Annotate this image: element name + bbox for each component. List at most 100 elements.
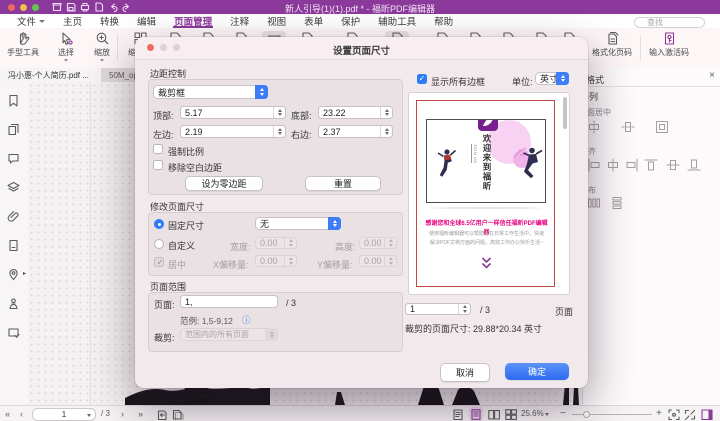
align-left-icon[interactable] bbox=[587, 158, 601, 172]
bookmarks-panel-button[interactable] bbox=[7, 94, 21, 108]
statusbar: « ‹ 1 / 3 › » 25.6% − + bbox=[0, 405, 720, 421]
menu-help[interactable]: 帮助 bbox=[425, 14, 462, 28]
menu-home[interactable]: 主页 bbox=[54, 14, 91, 28]
places-panel-button[interactable] bbox=[7, 268, 21, 282]
center-vertical-icon[interactable] bbox=[621, 120, 635, 134]
cancel-button[interactable]: 取消 bbox=[440, 363, 490, 382]
constrain-proportions-checkbox[interactable] bbox=[153, 144, 163, 154]
menu-convert[interactable]: 转换 bbox=[91, 14, 128, 28]
top-margin-input[interactable]: 5.17 bbox=[180, 106, 286, 119]
format-page-number-button[interactable]: 格式化页码 bbox=[588, 31, 636, 65]
last-page-icon[interactable]: » bbox=[138, 409, 143, 419]
activation-code-button[interactable]: 输入激活码 bbox=[645, 31, 693, 65]
page-number-input[interactable]: 1 bbox=[32, 408, 96, 421]
custom-size-radio[interactable] bbox=[154, 239, 164, 249]
info-icon[interactable]: ⓘ bbox=[242, 314, 251, 326]
crop-box-outline[interactable]: 欢迎来到福昕 JOIN US bbox=[426, 119, 546, 203]
first-page-icon[interactable]: « bbox=[5, 409, 10, 419]
comments-panel-button[interactable] bbox=[7, 152, 21, 166]
fixed-size-radio[interactable] bbox=[154, 219, 164, 229]
undo-icon[interactable] bbox=[108, 2, 118, 12]
stepper-icon[interactable] bbox=[273, 126, 285, 137]
menu-accessibility[interactable]: 辅助工具 bbox=[369, 14, 425, 28]
menu-file[interactable]: 文件 bbox=[8, 14, 54, 28]
zoom-plus-icon bbox=[95, 31, 110, 46]
sidebar-expand-arrow-icon[interactable]: ▸ bbox=[23, 270, 26, 277]
attachments-panel-button[interactable] bbox=[7, 210, 21, 224]
fixed-size-select[interactable]: 无 bbox=[255, 217, 341, 230]
menu-form[interactable]: 表单 bbox=[295, 14, 332, 28]
select-stepper-icon bbox=[255, 85, 268, 99]
stepper-icon[interactable] bbox=[380, 107, 392, 118]
chevron-down-icon bbox=[39, 20, 45, 23]
select-tool-button[interactable]: 选择 bbox=[46, 31, 86, 65]
facing-continuous-view-icon[interactable] bbox=[505, 409, 517, 420]
next-view-icon[interactable] bbox=[172, 409, 184, 420]
remove-white-margins-checkbox[interactable] bbox=[153, 160, 163, 170]
paperclip-icon bbox=[7, 210, 20, 223]
box-type-select[interactable]: 裁剪框 bbox=[153, 85, 268, 99]
archive-icon[interactable] bbox=[52, 2, 62, 12]
layers-panel-button[interactable] bbox=[7, 181, 21, 195]
hand-tool-button[interactable]: 手型工具 bbox=[3, 31, 43, 65]
stepper-icon[interactable] bbox=[380, 126, 392, 137]
page-range-example: 范例: 1,5-9,12 bbox=[180, 315, 233, 327]
y-offset-label: Y偏移量: bbox=[317, 258, 353, 271]
menu-protect[interactable]: 保护 bbox=[332, 14, 369, 28]
distribute-horizontal-icon[interactable] bbox=[587, 196, 601, 210]
set-page-size-dialog: 设置页面尺寸 边距控制 裁剪框 顶部: 5.17 底部: 23.22 左边: 2… bbox=[135, 37, 588, 388]
align-vertical-center-icon[interactable] bbox=[666, 158, 680, 172]
zero-margins-button[interactable]: 设为零边距 bbox=[185, 176, 263, 191]
reset-button[interactable]: 重置 bbox=[305, 176, 381, 191]
save-icon[interactable] bbox=[66, 2, 76, 12]
distribute-vertical-icon[interactable] bbox=[610, 196, 624, 210]
menu-page-management[interactable]: 页面管理 bbox=[165, 14, 221, 28]
print-icon[interactable] bbox=[80, 2, 90, 12]
unit-select[interactable]: 英寸 bbox=[535, 72, 569, 85]
menu-comment[interactable]: 注释 bbox=[221, 14, 258, 28]
stepper-icon[interactable] bbox=[273, 107, 285, 118]
signature-panel-button[interactable] bbox=[7, 297, 21, 311]
panel-toggle-icon[interactable] bbox=[701, 409, 713, 420]
zoom-in-icon[interactable]: + bbox=[656, 408, 662, 419]
fullscreen-icon[interactable] bbox=[684, 409, 696, 420]
zoom-level-label[interactable]: 25.6% bbox=[521, 409, 544, 418]
center-both-icon[interactable] bbox=[655, 120, 669, 134]
align-right-icon[interactable] bbox=[625, 158, 639, 172]
previous-page-icon[interactable]: ‹ bbox=[20, 409, 23, 419]
align-top-icon[interactable] bbox=[644, 158, 658, 172]
zoom-slider-knob[interactable] bbox=[583, 411, 590, 418]
left-margin-input[interactable]: 2.19 bbox=[180, 125, 286, 138]
preview-page-input[interactable]: 1 bbox=[405, 303, 471, 315]
preview-scrollbar[interactable] bbox=[563, 97, 567, 129]
zoom-out-icon[interactable]: − bbox=[560, 408, 566, 419]
ok-button[interactable]: 确定 bbox=[505, 363, 569, 380]
facing-view-icon[interactable] bbox=[488, 409, 500, 420]
right-margin-input[interactable]: 2.37 bbox=[318, 125, 393, 138]
center-horizontal-icon[interactable] bbox=[587, 120, 601, 134]
bottom-margin-input[interactable]: 23.22 bbox=[318, 106, 393, 119]
fields-panel-button[interactable] bbox=[7, 326, 21, 340]
continuous-view-button[interactable] bbox=[469, 407, 483, 421]
redo-icon[interactable] bbox=[122, 2, 132, 12]
single-page-view-icon[interactable] bbox=[452, 409, 464, 420]
close-panel-icon[interactable]: × bbox=[709, 71, 715, 81]
show-all-borders-checkbox[interactable] bbox=[417, 74, 427, 84]
menu-edit[interactable]: 编辑 bbox=[128, 14, 165, 28]
menu-view[interactable]: 视图 bbox=[258, 14, 295, 28]
destinations-panel-button[interactable] bbox=[7, 239, 21, 253]
next-page-icon[interactable]: › bbox=[121, 409, 124, 419]
align-horizontal-center-icon[interactable] bbox=[606, 158, 620, 172]
find-input[interactable] bbox=[634, 17, 705, 28]
tab-format[interactable]: 格式 bbox=[586, 73, 604, 86]
page-range-input[interactable]: 1, bbox=[180, 295, 278, 308]
previous-view-icon[interactable] bbox=[156, 409, 168, 420]
menubar: 文件 主页 转换 编辑 页面管理 注释 视图 表单 保护 辅助工具 帮助 ⋮ bbox=[0, 14, 720, 29]
document-tab-active[interactable]: 冯小惠-个人简历.pdf ... bbox=[0, 68, 117, 82]
pages-panel-button[interactable] bbox=[7, 123, 21, 137]
new-document-icon[interactable] bbox=[94, 2, 104, 12]
fit-page-icon[interactable] bbox=[668, 409, 680, 420]
zoom-tool-button[interactable]: 缩放 bbox=[82, 31, 122, 65]
align-bottom-icon[interactable] bbox=[687, 158, 701, 172]
stepper-icon[interactable] bbox=[458, 304, 470, 314]
